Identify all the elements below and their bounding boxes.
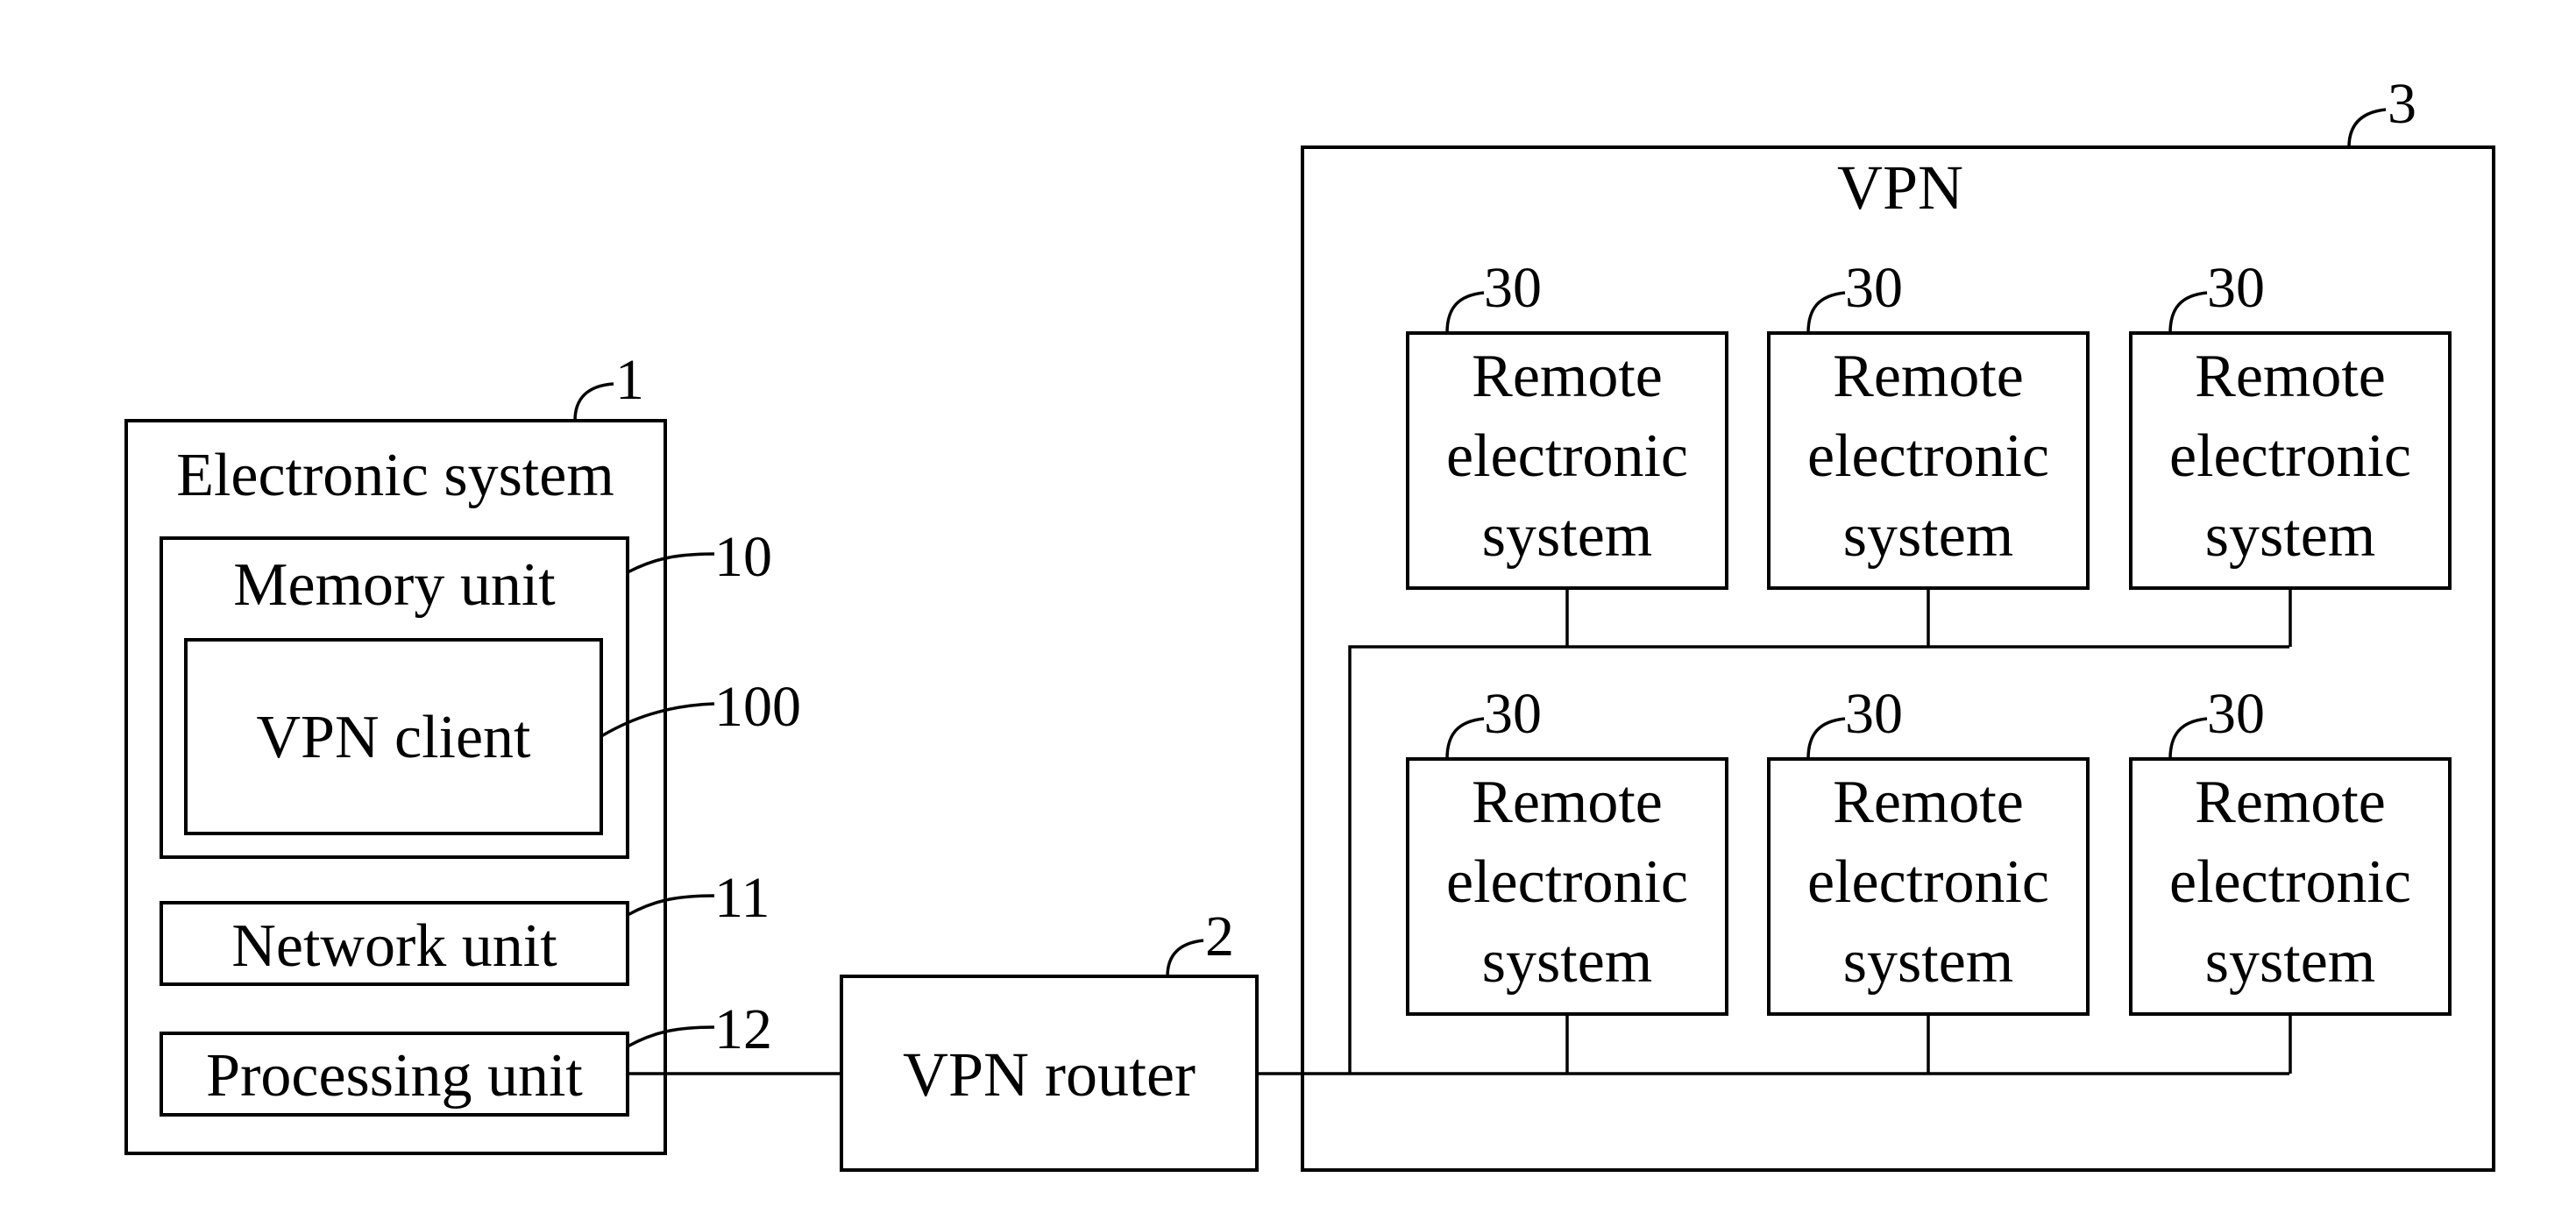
vpn-block: VPN 3 Remote electronic system 30 Remote elec… [1301,72,2495,1172]
electronic-system-title: Electronic system [176,442,614,509]
leader-10 [627,552,715,574]
ref-30: 30 [1484,256,1542,320]
ref-30: 30 [1845,682,1903,746]
remote-electronic-system-label-line: Remote [1472,343,1663,410]
remote-electronic-system-label-line: system [1482,502,1652,570]
ref-1: 1 [615,348,644,412]
leader-2 [1166,939,1204,977]
ref-12: 12 [714,997,772,1061]
electronic-system-block: Electronic system 1 Memory unit 10 VPN c… [124,348,801,1155]
ref-30: 30 [2207,682,2265,746]
remote-electronic-system: Remote electronic system 30 [1767,256,2090,647]
ref-2: 2 [1205,904,1234,968]
remote-electronic-system-label-line: electronic [1446,848,1688,916]
leader-30 [2168,717,2208,760]
vpn-block-diagram: Electronic system 1 Memory unit 10 VPN c… [124,72,2495,1172]
leader-30 [1806,717,1846,760]
leader-12 [627,1025,715,1048]
remote-electronic-system-label-line: system [2205,502,2375,570]
remote-systems: Remote electronic system 30 Remote electronic… [1406,256,2452,1074]
remote-electronic-system: Remote electronic system 30 [1406,682,1728,1074]
remote-electronic-system-label-line: electronic [1807,422,2049,490]
leader-30 [1806,291,1846,334]
remote-electronic-system: Remote electronic system 30 [1406,256,1728,647]
remote-electronic-system-label-line: Remote [1472,769,1663,836]
leader-100 [600,702,715,738]
vpn-title: VPN [1837,152,1963,223]
remote-electronic-system-label-line: electronic [2169,422,2411,490]
remote-electronic-system-label-line: Remote [2195,769,2386,836]
remote-electronic-system-label-line: Remote [1833,343,2024,410]
remote-electronic-system: Remote electronic system 30 [2129,682,2452,1074]
remote-electronic-system-label-line: system [1843,928,2013,996]
ref-30: 30 [1484,682,1542,746]
vpn-client-label: VPN client [256,704,531,771]
ref-3: 3 [2388,72,2416,136]
ref-10: 10 [714,525,772,589]
leader-30 [2168,291,2208,334]
leader-11 [627,894,715,917]
leader-1 [573,382,614,422]
remote-electronic-system-label-line: system [1482,928,1652,996]
remote-electronic-system: Remote electronic system 30 [1767,682,2090,1074]
remote-electronic-system-label-line: electronic [1446,422,1688,490]
leader-30 [1445,291,1485,334]
network-unit-label: Network unit [231,912,557,980]
leader-30 [1445,717,1485,760]
ref-100: 100 [714,675,801,739]
remote-electronic-system-label-line: electronic [1807,848,2049,916]
remote-electronic-system-label-line: system [1843,502,2013,570]
vpn-router-block: VPN router 2 [840,904,1259,1172]
leader-3 [2347,108,2387,148]
remote-electronic-system-label-line: Remote [2195,343,2386,410]
remote-electronic-system-label-line: system [2205,928,2375,996]
remote-electronic-system-label-line: Remote [1833,769,2024,836]
memory-unit-label: Memory unit [233,551,556,619]
processing-unit-label: Processing unit [206,1042,583,1110]
vpn-router-label: VPN router [903,1039,1196,1110]
ref-30: 30 [1845,256,1903,320]
remote-electronic-system: Remote electronic system 30 [2129,256,2452,647]
ref-11: 11 [714,866,770,930]
ref-30: 30 [2207,256,2265,320]
remote-electronic-system-label-line: electronic [2169,848,2411,916]
